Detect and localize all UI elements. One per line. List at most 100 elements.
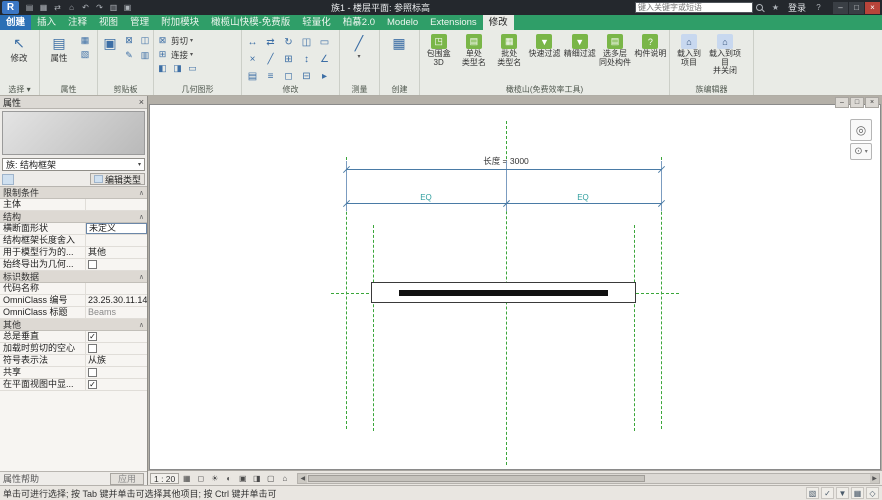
scrollbar-thumb[interactable] bbox=[308, 475, 645, 482]
print-icon[interactable]: ▥ bbox=[107, 2, 120, 14]
property-row-model-behavior[interactable]: 用于模型行为的... 其他 bbox=[0, 247, 147, 259]
close-icon[interactable]: × bbox=[139, 97, 144, 107]
restore-button[interactable]: □ bbox=[849, 2, 864, 14]
select-toggle-icon[interactable]: ◇ bbox=[866, 487, 879, 499]
tab-modify[interactable]: 修改 bbox=[483, 15, 514, 30]
property-value[interactable]: 从族 bbox=[86, 355, 147, 366]
create-group-button[interactable]: ▦ bbox=[382, 32, 416, 83]
family-category-icon[interactable]: ▦ bbox=[78, 34, 92, 47]
checkbox[interactable] bbox=[88, 260, 97, 269]
type-selector[interactable]: 族: 结构框架 ▾ bbox=[2, 158, 145, 171]
section-structural[interactable]: 结构 ∧ bbox=[0, 211, 147, 223]
select-multilayer-button[interactable]: ▤ 选多层 同处构件 bbox=[598, 32, 631, 83]
tab-manage[interactable]: 管理 bbox=[124, 15, 155, 30]
tab-create[interactable]: 创建 bbox=[0, 15, 31, 30]
property-value[interactable] bbox=[86, 199, 147, 210]
section-identity-data[interactable]: 标识数据 ∧ bbox=[0, 271, 147, 283]
tab-bomu[interactable]: 柏慕2.0 bbox=[337, 15, 381, 30]
load-into-project-close-button[interactable]: ⌂ 载入到项目 并关闭 bbox=[708, 32, 742, 83]
more-tools-icon[interactable]: ▸ bbox=[316, 68, 333, 84]
property-row-omniclass-number[interactable]: OmniClass 编号 23.25.30.11.14.14 bbox=[0, 295, 147, 307]
scroll-right-icon[interactable]: ▶ bbox=[870, 474, 879, 483]
home-icon[interactable]: ⌂ bbox=[65, 2, 78, 14]
mirror-icon[interactable]: ◫ bbox=[298, 34, 315, 50]
measure-button[interactable]: ╱ ▾ bbox=[342, 32, 376, 83]
save-icon[interactable]: ▦ bbox=[37, 2, 50, 14]
match-properties-icon[interactable]: ✎ bbox=[122, 49, 136, 62]
align-icon[interactable]: ↔ bbox=[244, 34, 261, 50]
crop-region-icon[interactable]: ◨ bbox=[250, 472, 263, 484]
search-icon[interactable] bbox=[756, 4, 763, 11]
help-icon[interactable]: ? bbox=[812, 3, 825, 12]
tab-view[interactable]: 视图 bbox=[93, 15, 124, 30]
properties-help-link[interactable]: 属性帮助 bbox=[3, 472, 39, 485]
paint-icon[interactable]: ◨ bbox=[171, 62, 184, 75]
property-row-section-shape[interactable]: 横断面形状 未定义 bbox=[0, 223, 147, 235]
cut-icon[interactable]: ⊠ bbox=[122, 34, 136, 47]
checkbox-checked[interactable]: ✓ bbox=[88, 380, 97, 389]
horizontal-scrollbar[interactable]: ◀ ▶ bbox=[297, 473, 880, 484]
checkbox-checked[interactable]: ✓ bbox=[88, 332, 97, 341]
edit-type-button[interactable]: 编辑类型 bbox=[90, 173, 145, 185]
single-type-name-button[interactable]: ▤ 单处 类型名 bbox=[457, 32, 490, 83]
filter-icon[interactable]: ▼ bbox=[836, 487, 849, 499]
reveal-hidden-icon[interactable]: ⌂ bbox=[278, 472, 291, 484]
properties-header[interactable]: 属性 × bbox=[0, 96, 147, 109]
unpin-icon[interactable]: ◻ bbox=[280, 68, 297, 84]
rotate-icon[interactable]: ↻ bbox=[280, 34, 297, 50]
array-icon[interactable]: ⊞ bbox=[280, 51, 297, 67]
bounding-box-3d-button[interactable]: ◳ 包围盒3D bbox=[422, 32, 455, 83]
load-into-project-button[interactable]: ⌂ 载入到 项目 bbox=[672, 32, 706, 83]
property-row-always-vertical[interactable]: 总是垂直 ✓ bbox=[0, 331, 147, 343]
visual-style-icon[interactable]: ◻ bbox=[194, 472, 207, 484]
section-other[interactable]: 其他 ∧ bbox=[0, 319, 147, 331]
tab-insert[interactable]: 插入 bbox=[31, 15, 62, 30]
property-value[interactable] bbox=[86, 235, 147, 246]
paste-button[interactable]: ▣ bbox=[100, 32, 120, 83]
zoom-tool-icon[interactable]: ⊙ ▾ bbox=[850, 143, 872, 160]
design-options-icon[interactable]: ▦ bbox=[851, 487, 864, 499]
clipboard-extra-icon[interactable]: ▥ bbox=[138, 49, 152, 62]
move-icon[interactable]: ↕ bbox=[298, 51, 315, 67]
minimize-button[interactable]: – bbox=[833, 2, 848, 14]
sync-icon[interactable]: ⇄ bbox=[51, 2, 64, 14]
sun-path-icon[interactable]: ☀ bbox=[208, 472, 221, 484]
batch-type-name-button[interactable]: ▦ 批处 类型名 bbox=[493, 32, 526, 83]
property-row-code-name[interactable]: 代码名称 bbox=[0, 283, 147, 295]
eq-label-left[interactable]: EQ bbox=[416, 193, 436, 202]
pin-icon[interactable]: ⊟ bbox=[298, 68, 315, 84]
close-button[interactable]: × bbox=[865, 2, 880, 14]
worksets-icon[interactable]: ▧ bbox=[806, 487, 819, 499]
scroll-left-icon[interactable]: ◀ bbox=[298, 474, 307, 483]
modify-tool-button[interactable]: ↖ 修改 bbox=[2, 32, 36, 83]
property-row-show-in-plan[interactable]: 在平面视图中显... ✓ bbox=[0, 379, 147, 391]
component-info-button[interactable]: ? 构件说明 bbox=[634, 32, 667, 83]
property-row-omniclass-title[interactable]: OmniClass 标题 Beams bbox=[0, 307, 147, 319]
detail-level-icon[interactable]: ▦ bbox=[180, 472, 193, 484]
tab-annotate[interactable]: 注释 bbox=[62, 15, 93, 30]
reference-plane-inner-right[interactable] bbox=[634, 225, 635, 431]
shadows-icon[interactable]: ◐ bbox=[222, 472, 235, 484]
dimension-line-length[interactable] bbox=[346, 169, 662, 170]
steering-wheel-icon[interactable]: ◎ bbox=[850, 119, 872, 141]
property-row-symbolic-representation[interactable]: 符号表示法 从族 bbox=[0, 355, 147, 367]
copy-tool-icon[interactable]: ▤ bbox=[244, 68, 261, 84]
extend-icon[interactable]: ▭ bbox=[316, 34, 333, 50]
split-icon[interactable]: ╱ bbox=[262, 51, 279, 67]
quick-filter-button[interactable]: ▼ 快速过滤 bbox=[528, 32, 561, 83]
join-geometry-button[interactable]: ⊞ 连接 ▾ bbox=[156, 48, 199, 61]
copy-icon[interactable]: ◫ bbox=[138, 34, 152, 47]
tab-addins[interactable]: 附加模块 bbox=[155, 15, 205, 30]
redo-icon[interactable]: ↷ bbox=[93, 2, 106, 14]
beam-solid[interactable] bbox=[399, 290, 608, 296]
family-types-icon[interactable]: ▧ bbox=[78, 48, 92, 61]
drawing-canvas[interactable]: ◎ ⊙ ▾ 长度 = 3000 bbox=[149, 104, 881, 470]
checkbox[interactable] bbox=[88, 344, 97, 353]
cut-geometry-button[interactable]: ⊠ 剪切 ▾ bbox=[156, 34, 199, 47]
property-row-cut-with-voids[interactable]: 加载时剪切的空心 bbox=[0, 343, 147, 355]
apply-button[interactable]: 应用 bbox=[110, 473, 144, 485]
open-icon[interactable]: ▤ bbox=[23, 2, 36, 14]
scale-selector[interactable]: 1 : 20 bbox=[150, 473, 179, 484]
scale-icon[interactable]: ∠ bbox=[316, 51, 333, 67]
property-value[interactable]: 23.25.30.11.14.14 bbox=[86, 295, 147, 306]
